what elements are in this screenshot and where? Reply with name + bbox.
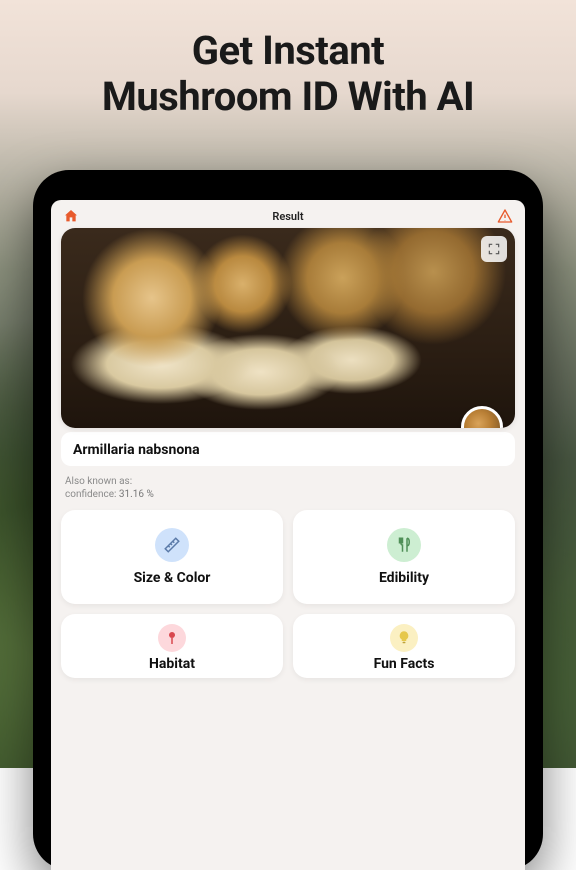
confidence-label: confidence: (65, 489, 116, 500)
tile-edibility[interactable]: Edibility (293, 510, 515, 604)
result-photo-card (61, 228, 515, 428)
pin-icon (158, 624, 186, 652)
page-title: Result (272, 210, 303, 223)
result-meta: Also known as: confidence: 31.16 % (61, 466, 515, 510)
tile-habitat[interactable]: Habitat (61, 614, 283, 678)
also-known-label: Also known as: (65, 476, 511, 487)
tile-label: Habitat (149, 656, 195, 672)
app-screen: Result Armillaria nabsnona Also known as… (51, 200, 525, 870)
expand-icon[interactable] (481, 236, 507, 262)
warning-icon[interactable] (497, 208, 513, 224)
tile-label: Fun Facts (374, 656, 435, 672)
utensils-icon (387, 528, 421, 562)
ruler-icon (155, 528, 189, 562)
hero-line-2: Mushroom ID With AI (102, 73, 474, 120)
navigation-bar: Result (51, 200, 525, 228)
confidence-value: 31.16 % (119, 489, 154, 500)
tile-size-color[interactable]: Size & Color (61, 510, 283, 604)
hero-line-1: Get Instant (192, 27, 384, 74)
mushroom-photo[interactable] (61, 228, 515, 428)
tile-label: Edibility (379, 570, 429, 586)
bulb-icon (390, 624, 418, 652)
device-frame: Result Armillaria nabsnona Also known as… (33, 170, 543, 870)
home-icon[interactable] (63, 208, 79, 224)
photo-thumbnail[interactable] (461, 406, 503, 428)
hero-headline: Get Instant Mushroom ID With AI (0, 0, 576, 120)
info-tiles: Size & Color Edibility Habitat (61, 510, 515, 678)
species-name: Armillaria nabsnona (61, 432, 515, 466)
tile-label: Size & Color (134, 570, 211, 586)
tile-fun-facts[interactable]: Fun Facts (293, 614, 515, 678)
